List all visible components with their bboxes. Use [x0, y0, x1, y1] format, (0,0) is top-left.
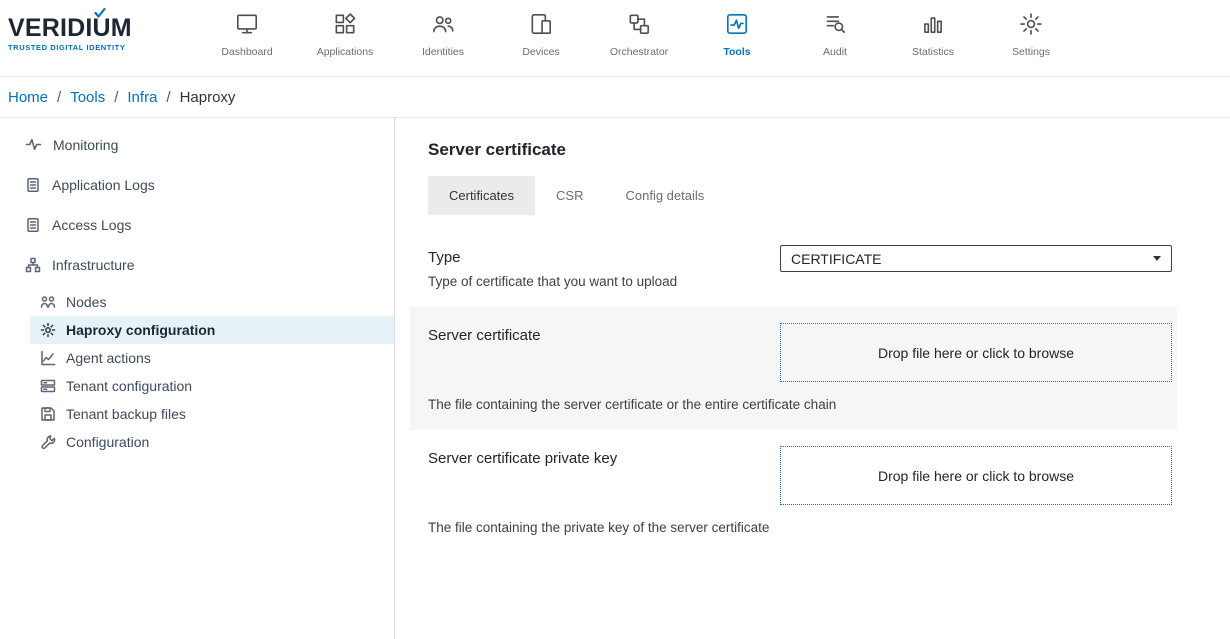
- nav-item-settings[interactable]: Settings: [982, 0, 1080, 58]
- breadcrumb-home[interactable]: Home: [8, 89, 48, 106]
- private-key-label: Server certificate private key: [428, 446, 617, 467]
- type-field-description: Type of certificate that you want to upl…: [428, 274, 677, 289]
- sidebar-item-label: Tenant backup files: [66, 406, 186, 422]
- dashboard-icon: [232, 11, 262, 37]
- sidebar-item-tenant-backup-files[interactable]: Tenant backup files: [0, 400, 394, 428]
- statistics-icon: [918, 11, 948, 37]
- server-certificate-label: Server certificate: [428, 323, 541, 344]
- nav-item-devices[interactable]: Devices: [492, 0, 590, 58]
- main-panel: Server certificate Certificates CSR Conf…: [395, 118, 1230, 639]
- audit-icon: [820, 11, 850, 37]
- nav-item-audit[interactable]: Audit: [786, 0, 884, 58]
- application-logs-icon: [25, 177, 41, 193]
- orchestrator-icon: [624, 11, 654, 37]
- infrastructure-sitemap-icon: [25, 257, 41, 273]
- private-key-description: The file containing the private key of t…: [428, 520, 1172, 535]
- tab-csr[interactable]: CSR: [535, 176, 604, 215]
- sidebar-item-infrastructure[interactable]: Infrastructure: [0, 245, 394, 285]
- sidebar-item-haproxy-configuration[interactable]: Haproxy configuration: [30, 316, 394, 344]
- server-certificate-dropzone[interactable]: Drop file here or click to browse: [780, 323, 1172, 382]
- sidebar-item-tenant-configuration[interactable]: Tenant configuration: [0, 372, 394, 400]
- sidebar-item-configuration[interactable]: Configuration: [0, 428, 394, 456]
- haproxy-gear-icon: [40, 322, 56, 338]
- private-key-row: Server certificate private key Drop file…: [428, 430, 1172, 553]
- identities-icon: [428, 11, 458, 37]
- nav-label: Orchestrator: [610, 46, 668, 58]
- logo-check-icon: [94, 8, 106, 18]
- sidebar-item-label: Monitoring: [53, 137, 118, 153]
- sidebar-item-label: Agent actions: [66, 350, 151, 366]
- nav-label: Dashboard: [221, 46, 272, 58]
- tab-bar: Certificates CSR Config details: [428, 176, 1172, 215]
- certificate-type-select[interactable]: CERTIFICATE: [780, 245, 1172, 272]
- breadcrumb: Home / Tools / Infra / Haproxy: [0, 77, 1230, 118]
- sidebar-item-label: Application Logs: [52, 177, 155, 193]
- monitoring-pulse-icon: [25, 136, 42, 153]
- nav-label: Audit: [823, 46, 847, 58]
- sidebar-item-access-logs[interactable]: Access Logs: [0, 205, 394, 245]
- breadcrumb-tools[interactable]: Tools: [70, 89, 105, 106]
- devices-icon: [526, 11, 556, 37]
- type-field-row: Type Type of certificate that you want t…: [428, 229, 1172, 307]
- sidebar-item-application-logs[interactable]: Application Logs: [0, 165, 394, 205]
- tools-icon: [722, 11, 752, 37]
- server-certificate-description: The file containing the server certifica…: [428, 397, 1172, 412]
- breadcrumb-current-haproxy: Haproxy: [180, 89, 236, 106]
- sidebar-item-label: Access Logs: [52, 217, 131, 233]
- sidebar-item-label: Nodes: [66, 294, 106, 310]
- sidebar-item-label: Haproxy configuration: [66, 322, 215, 338]
- nav-item-statistics[interactable]: Statistics: [884, 0, 982, 58]
- chevron-down-icon: [1153, 256, 1161, 261]
- main-nav: Dashboard Applications Identities Device…: [198, 0, 1080, 58]
- agent-actions-chart-icon: [40, 350, 56, 366]
- settings-gear-icon: [1016, 11, 1046, 37]
- nav-label: Devices: [522, 46, 559, 58]
- brand-tagline: TRUSTED DIGITAL IDENTITY: [8, 43, 174, 52]
- sidebar-item-monitoring[interactable]: Monitoring: [0, 124, 394, 165]
- nodes-icon: [40, 294, 56, 310]
- server-certificate-row: Server certificate Drop file here or cli…: [410, 307, 1177, 430]
- breadcrumb-separator: /: [166, 89, 170, 106]
- configuration-wrench-icon: [40, 434, 56, 450]
- nav-label: Statistics: [912, 46, 954, 58]
- nav-label: Identities: [422, 46, 464, 58]
- top-navigation: VERIDIUM TRUSTED DIGITAL IDENTITY Dashbo…: [0, 0, 1230, 77]
- nav-item-tools[interactable]: Tools: [688, 0, 786, 58]
- breadcrumb-separator: /: [114, 89, 118, 106]
- certificate-type-selected-value: CERTIFICATE: [791, 251, 882, 267]
- nav-label: Applications: [317, 46, 374, 58]
- dropzone-text: Drop file here or click to browse: [878, 345, 1074, 361]
- veridium-logo: VERIDIUM TRUSTED DIGITAL IDENTITY: [6, 0, 174, 52]
- applications-icon: [330, 11, 360, 37]
- sidebar-item-label: Configuration: [66, 434, 149, 450]
- tab-config-details[interactable]: Config details: [604, 176, 725, 215]
- nav-item-dashboard[interactable]: Dashboard: [198, 0, 296, 58]
- private-key-dropzone[interactable]: Drop file here or click to browse: [780, 446, 1172, 505]
- brand-name: VERIDIUM: [8, 16, 174, 41]
- sidebar-item-agent-actions[interactable]: Agent actions: [0, 344, 394, 372]
- sidebar-item-label: Tenant configuration: [66, 378, 192, 394]
- nav-label: Settings: [1012, 46, 1050, 58]
- nav-label: Tools: [723, 46, 750, 58]
- tab-certificates[interactable]: Certificates: [428, 176, 535, 215]
- type-field-label: Type: [428, 245, 677, 266]
- sidebar-item-label: Infrastructure: [52, 257, 134, 273]
- sidebar: Monitoring Application Logs Access Logs …: [0, 118, 395, 639]
- dropzone-text: Drop file here or click to browse: [878, 468, 1074, 484]
- nav-item-applications[interactable]: Applications: [296, 0, 394, 58]
- tenant-backup-disk-icon: [40, 406, 56, 422]
- nav-item-identities[interactable]: Identities: [394, 0, 492, 58]
- breadcrumb-infra[interactable]: Infra: [127, 89, 157, 106]
- access-logs-icon: [25, 217, 41, 233]
- sidebar-item-nodes[interactable]: Nodes: [0, 288, 394, 316]
- tenant-config-server-icon: [40, 378, 56, 394]
- page-title: Server certificate: [428, 140, 1172, 160]
- nav-item-orchestrator[interactable]: Orchestrator: [590, 0, 688, 58]
- breadcrumb-separator: /: [57, 89, 61, 106]
